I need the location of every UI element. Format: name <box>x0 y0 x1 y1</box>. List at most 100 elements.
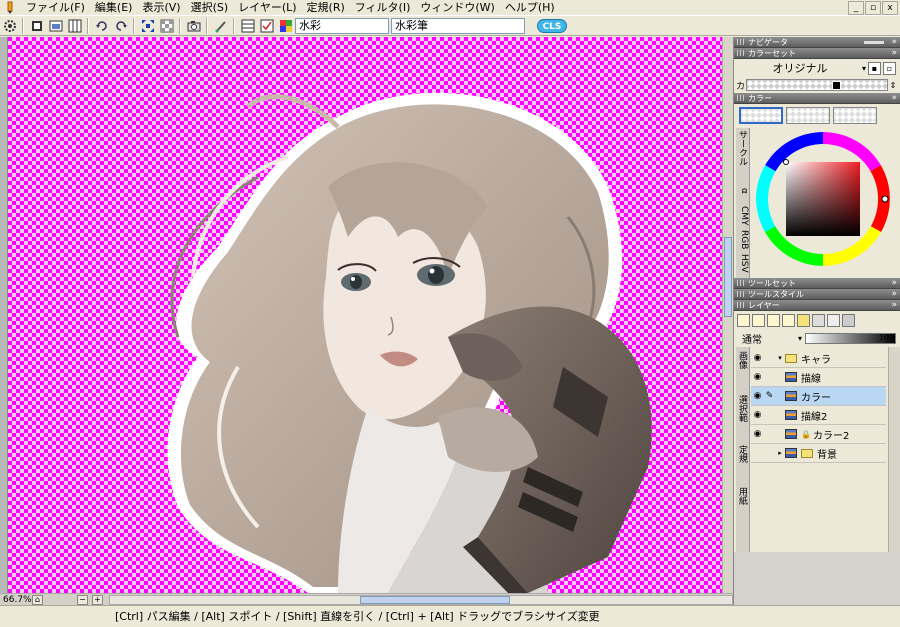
color-wheel[interactable] <box>756 132 890 266</box>
panel-icon[interactable] <box>239 17 256 34</box>
home-icon[interactable]: ⌂ <box>32 594 43 605</box>
menu-layer[interactable]: レイヤー(L) <box>233 0 301 16</box>
toolset-panel-title[interactable]: ツールセット » <box>734 278 900 289</box>
dropdown-icon[interactable]: ▾ <box>798 334 802 343</box>
colorset-new-icon[interactable]: ▫ <box>883 61 896 75</box>
tab-hsv[interactable]: HSV <box>737 254 749 273</box>
opacity-slider[interactable]: 100 <box>805 332 896 344</box>
canvas-horizontal-scrollbar[interactable] <box>109 594 733 605</box>
collapse-icon[interactable]: ▾ <box>775 354 785 362</box>
menu-edit[interactable]: 編集(E) <box>90 0 138 16</box>
tab-ruler[interactable]: 定規 <box>737 445 749 463</box>
new-fill-layer-icon[interactable] <box>767 313 780 327</box>
colorset-add-icon[interactable]: ▪ <box>868 61 881 75</box>
layer-scrollbar[interactable] <box>888 347 900 552</box>
zoom-out-icon[interactable]: − <box>77 594 88 605</box>
tab-paper[interactable]: 用紙 <box>737 487 749 505</box>
transparency-icon[interactable] <box>158 17 175 34</box>
expand-icon[interactable]: » <box>891 48 897 59</box>
expand-icon[interactable]: » <box>891 300 897 311</box>
sub-color-tile[interactable] <box>786 107 830 124</box>
colorset-panel-title[interactable]: カラーセット » <box>734 48 900 59</box>
new-folder-icon[interactable] <box>797 313 810 327</box>
drawing-canvas[interactable] <box>8 37 722 593</box>
app-icon[interactable] <box>3 1 17 15</box>
layer-row[interactable]: ▸ 背景 <box>751 444 886 463</box>
eye-icon[interactable]: ◉ <box>751 410 764 420</box>
fit-window-icon[interactable] <box>47 17 64 34</box>
layer-row-selected[interactable]: ◉ ✎ カラー <box>751 387 886 406</box>
close-button[interactable]: x <box>882 1 898 15</box>
zoom-fit-icon[interactable] <box>139 17 156 34</box>
eye-icon[interactable]: ◉ <box>751 372 764 382</box>
menu-ruler[interactable]: 定規(R) <box>302 0 350 16</box>
scrollbar-thumb[interactable] <box>724 237 732 317</box>
navigator-panel-title[interactable]: ナビゲータ » <box>734 37 900 48</box>
expand-folder-icon[interactable]: ▸ <box>775 449 785 457</box>
color-panel-title[interactable]: カラー » <box>734 93 900 104</box>
canvas-vertical-scrollbar[interactable] <box>722 37 733 593</box>
hue-picker[interactable] <box>881 195 889 203</box>
toolbar-separator <box>233 17 235 34</box>
tab-circle[interactable]: サークル <box>737 130 749 166</box>
menu-filter[interactable]: フィルタ(I) <box>350 0 416 16</box>
tool-name-field[interactable]: 水彩筆 <box>391 17 525 34</box>
layer-panel-title[interactable]: レイヤー » <box>734 300 900 311</box>
minimize-button[interactable]: _ <box>848 1 864 15</box>
layer-row[interactable]: ◉ 描線 <box>751 368 886 387</box>
canvas-icon[interactable] <box>28 17 45 34</box>
scrollbar-thumb[interactable] <box>360 595 510 604</box>
rotate-left-icon[interactable] <box>93 17 110 34</box>
main-color-tile[interactable] <box>739 107 783 124</box>
grip-icon <box>737 291 745 297</box>
checkbox-panel-icon[interactable] <box>258 17 275 34</box>
settings-icon[interactable] <box>1 17 18 34</box>
expand-icon[interactable]: » <box>891 93 897 104</box>
mask-icon[interactable] <box>842 313 855 327</box>
palette-icon[interactable] <box>277 17 294 34</box>
eye-icon[interactable]: ◉ <box>751 429 764 439</box>
menu-file[interactable]: ファイル(F) <box>21 0 90 16</box>
dropdown-icon[interactable]: ▾ <box>862 64 866 73</box>
swatch-scroll-icon[interactable]: ⇕ <box>888 81 898 90</box>
blend-mode-select[interactable]: 通常 <box>738 331 798 346</box>
new-vector-layer-icon[interactable] <box>752 313 765 327</box>
grid-icon[interactable] <box>66 17 83 34</box>
swatch-strip[interactable] <box>746 79 888 91</box>
sv-picker[interactable] <box>783 159 789 165</box>
black-swatch[interactable] <box>832 81 841 90</box>
zoom-in-icon[interactable]: + <box>92 594 103 605</box>
tab-rgb[interactable]: RGB <box>737 230 749 249</box>
layer-row[interactable]: ◉ ▾ キャラ <box>751 349 886 368</box>
tab-alpha[interactable]: α <box>737 188 749 194</box>
menu-help[interactable]: ヘルプ(H) <box>500 0 560 16</box>
camera-icon[interactable] <box>185 17 202 34</box>
layer-row[interactable]: ◉ 🔒 カラー2 <box>751 425 886 444</box>
eye-icon[interactable]: ◉ <box>751 391 764 401</box>
lock-icon[interactable] <box>827 313 840 327</box>
blend-row: 通常 ▾ 100 <box>734 329 900 347</box>
menu-window[interactable]: ウィンドウ(W) <box>415 0 499 16</box>
menu-select[interactable]: 選択(S) <box>186 0 234 16</box>
eye-icon[interactable]: ◉ <box>751 353 764 363</box>
colorset-select[interactable]: オリジナル <box>738 60 862 76</box>
restore-button[interactable]: ▫ <box>865 1 881 15</box>
tab-cmy[interactable]: CMY <box>737 206 749 226</box>
toolstyle-panel-title[interactable]: ツールスタイル » <box>734 289 900 300</box>
layer-row[interactable]: ◉ 描線2 <box>751 406 886 425</box>
menu-view[interactable]: 表示(V) <box>137 0 185 16</box>
brush-name-field[interactable]: 水彩 <box>295 17 389 34</box>
rotate-right-icon[interactable] <box>112 17 129 34</box>
brush-icon[interactable] <box>212 17 229 34</box>
copy-layer-icon[interactable] <box>782 313 795 327</box>
color-mode-tabs: サークル α CMY RGB HSV <box>736 128 750 278</box>
tab-image[interactable]: 画像 <box>737 351 749 369</box>
new-layer-icon[interactable] <box>737 313 750 327</box>
tab-selection[interactable]: 選択範 <box>737 395 749 422</box>
canvas-area[interactable] <box>0 37 733 593</box>
transparent-color-tile[interactable] <box>833 107 877 124</box>
expand-icon[interactable]: » <box>891 278 897 289</box>
delete-layer-icon[interactable] <box>812 313 825 327</box>
expand-icon[interactable]: » <box>891 289 897 300</box>
expand-icon[interactable]: » <box>891 37 897 48</box>
